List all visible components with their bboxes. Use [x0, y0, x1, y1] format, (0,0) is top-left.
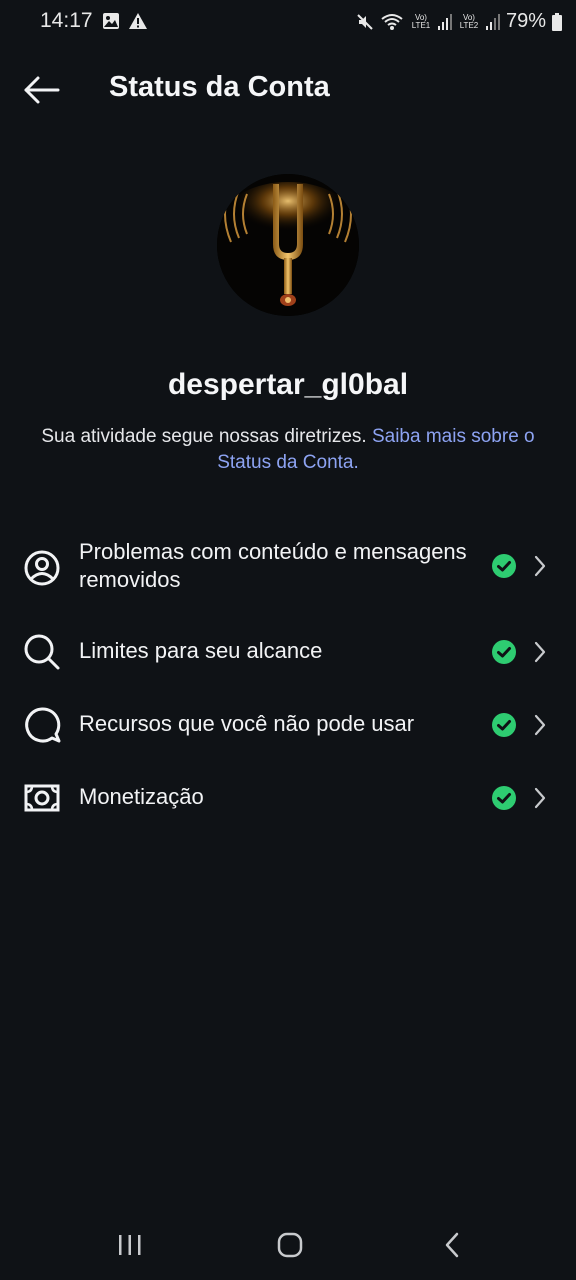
user-circle-icon: [24, 550, 60, 586]
image-icon: [103, 13, 119, 29]
page-title: Status da Conta: [109, 71, 330, 103]
search-icon: [24, 634, 60, 670]
status-bar: 14:17 Vo) LTE1 Vo) LTE2 79%: [0, 0, 576, 46]
check-circle-icon: [492, 786, 516, 810]
list-item-label: Limites para seu alcance: [79, 638, 323, 663]
username: despertar_gl0bal: [167, 368, 409, 401]
mute-icon: [357, 13, 373, 30]
list-item[interactable]: Limites para seu alcance: [0, 630, 576, 674]
sim1-label: Vo) LTE1: [411, 12, 431, 30]
check-circle-icon: [492, 640, 516, 664]
back-icon: [445, 1232, 459, 1258]
battery-percent: 79%: [505, 10, 546, 32]
list-item[interactable]: Recursos que você não pode usar: [0, 703, 576, 747]
home-icon: [277, 1232, 303, 1258]
status-message: Sua atividade segue nossas diretrizes.: [41, 426, 372, 447]
battery-icon: [552, 12, 562, 31]
signal-icon: [437, 13, 452, 30]
sim2-label: Vo) LTE2: [459, 12, 479, 30]
nav-back-button[interactable]: [432, 1230, 472, 1260]
list-item[interactable]: Monetização: [0, 776, 576, 820]
recent-apps-button[interactable]: [110, 1230, 150, 1260]
money-icon: [24, 784, 60, 812]
chevron-right-icon: [534, 787, 546, 809]
arrow-left-icon: [24, 76, 60, 104]
list-item-label: Problemas com conteúdo e mensagens remov…: [79, 539, 467, 592]
chevron-right-icon: [534, 555, 546, 577]
signal-icon: [485, 13, 500, 30]
home-button[interactable]: [270, 1230, 310, 1260]
avatar: [217, 174, 359, 316]
system-nav-bar: [0, 1210, 576, 1280]
status-time: 14:17: [40, 9, 93, 32]
chevron-right-icon: [534, 714, 546, 736]
chat-bubble-icon: [25, 707, 61, 743]
chevron-right-icon: [534, 641, 546, 663]
list-item-label: Monetização: [79, 784, 204, 809]
check-circle-icon: [492, 713, 516, 737]
list-item-label: Recursos que você não pode usar: [79, 711, 415, 736]
recent-apps-icon: [119, 1235, 141, 1255]
back-button[interactable]: [22, 70, 62, 110]
check-circle-icon: [492, 554, 516, 578]
account-status-text: Sua atividade segue nossas diretrizes. S…: [40, 424, 536, 476]
app-header: Status da Conta: [0, 58, 576, 122]
tuning-fork-avatar-image: [217, 174, 359, 316]
list-item[interactable]: Problemas com conteúdo e mensagens remov…: [0, 530, 576, 606]
wifi-icon: [381, 13, 403, 30]
warning-icon: [129, 13, 147, 29]
